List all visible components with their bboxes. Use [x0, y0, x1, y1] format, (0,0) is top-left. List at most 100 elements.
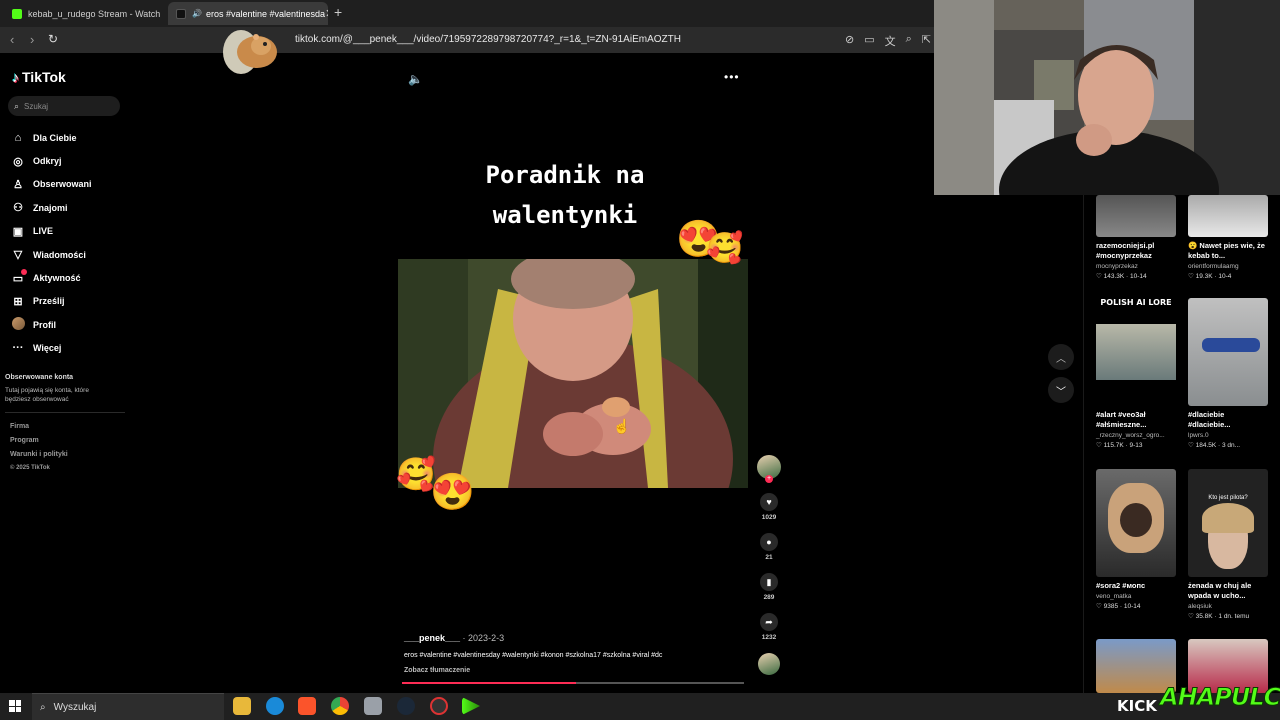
video-frame[interactable]	[398, 259, 748, 488]
sidebar-item-activity[interactable]: ▭ Aktywność	[12, 266, 92, 289]
more-options-icon[interactable]: •••	[724, 70, 740, 84]
webcam-image	[934, 0, 1280, 195]
search-icon: ⌕	[40, 701, 46, 713]
more-icon: ···	[12, 342, 24, 355]
url-field[interactable]: tiktok.com/@___penek___/video/7195972289…	[295, 34, 681, 45]
streamer-webcam	[934, 0, 1280, 195]
sidebar-footer: Firma Program Warunki i polityki © 2025 …	[10, 420, 68, 474]
sidebar-item-friends[interactable]: ⚇ Znajomi	[12, 196, 92, 219]
compass-icon: ◎	[13, 155, 23, 168]
video-progress-bar[interactable]	[402, 682, 744, 684]
footer-link-terms[interactable]: Warunki i polityki	[10, 448, 68, 462]
friends-icon: ⚇	[13, 202, 23, 215]
see-translation-link[interactable]: Zobacz tłumaczenie	[404, 667, 470, 674]
heart-eyes-emoji-icon: 😍	[430, 471, 475, 512]
recommendation-card[interactable]: #dlaciebie #dlaciebie... lpwrs.0 ♡ 184.5…	[1188, 298, 1268, 449]
windows-taskbar: ⌕ Wyszukaj	[0, 693, 1280, 720]
search-input[interactable]: ⌕ Szukaj	[8, 96, 120, 116]
brave-icon[interactable]	[298, 697, 316, 715]
kick-app-icon[interactable]	[462, 697, 480, 715]
mouse-cursor-icon: ☝	[613, 418, 631, 434]
sidebar-item-for-you[interactable]: ⌂ Dla Ciebie	[12, 126, 92, 149]
forward-icon[interactable]: ›	[30, 32, 34, 47]
tracking-icon[interactable]: ⊘	[845, 33, 854, 49]
new-tab-button[interactable]: +	[334, 4, 342, 20]
like-button[interactable]: ♥	[760, 493, 778, 511]
cast-icon[interactable]: ▭	[864, 33, 874, 49]
volume-icon[interactable]: 🔈	[408, 72, 423, 86]
upload-icon: ⊞	[13, 295, 23, 308]
bookmark-icon: ▮	[766, 576, 772, 587]
recommendation-card[interactable]: #sora2 #мопс veno_matka ♡ 9385 · 10-14	[1096, 469, 1176, 610]
app-icon[interactable]	[364, 697, 382, 715]
followed-accounts-heading: Obserwowane konta	[5, 374, 74, 381]
sidebar-item-profile[interactable]: Profil	[12, 313, 92, 336]
footer-link-program[interactable]: Program	[10, 434, 68, 448]
edge-icon[interactable]	[266, 697, 284, 715]
browser-tab-kick[interactable]: kebab_u_rudego Stream - Watch	[4, 2, 162, 25]
reload-icon[interactable]: ↻	[48, 32, 58, 46]
recommendation-thumbnail	[1188, 298, 1268, 406]
sidebar-item-messages[interactable]: ▽ Wiadomości	[12, 243, 92, 266]
close-tab-icon[interactable]: ✕	[325, 7, 328, 20]
hamster-sticker	[223, 30, 277, 74]
tiktok-favicon	[176, 8, 186, 19]
previous-video-button[interactable]: ︿	[1048, 344, 1074, 370]
sidebar-item-upload[interactable]: ⊞ Prześlij	[12, 290, 92, 313]
sidebar-item-following[interactable]: ♙ Obserwowani	[12, 173, 91, 196]
tiktok-logo[interactable]: ♪ TikTok	[12, 69, 66, 85]
kick-label: KICK	[1117, 697, 1157, 715]
share-count: 1232	[761, 634, 777, 641]
heart-icon: ♥	[766, 497, 772, 507]
streamer-brand-logo: AHAPULCO	[1160, 683, 1280, 712]
following-icon: ♙	[13, 178, 23, 191]
windows-start-icon[interactable]	[9, 700, 21, 712]
taskbar-search[interactable]: ⌕ Wyszukaj	[32, 693, 224, 720]
footer-link-company[interactable]: Firma	[10, 420, 68, 434]
messages-icon: ▽	[13, 249, 23, 262]
browser-tab-bar: kebab_u_rudego Stream - Watch 🔊 eros #va…	[0, 0, 935, 27]
zoom-icon[interactable]: ⌕	[906, 33, 912, 49]
next-video-button[interactable]: ﹀	[1048, 377, 1074, 403]
recommendation-card[interactable]: POLISH AI LORE #alart #veo3ał #ałśmieszn…	[1096, 298, 1176, 449]
sidebar-item-more[interactable]: ··· Więcej	[12, 337, 92, 360]
search-icon: ⌕	[14, 100, 20, 111]
recommendation-thumbnail: Kto jest pilota?	[1188, 469, 1268, 577]
comment-icon: ●	[766, 537, 772, 547]
save-button[interactable]: ▮	[760, 573, 778, 591]
obs-icon[interactable]	[430, 697, 448, 715]
activity-icon: ▭	[12, 268, 27, 285]
back-icon[interactable]: ‹	[10, 32, 14, 47]
chevron-up-icon: ︿	[1056, 353, 1066, 365]
translate-icon[interactable]: 文	[885, 33, 896, 49]
sidebar-divider	[5, 412, 125, 413]
home-icon: ⌂	[14, 131, 22, 144]
followed-accounts-hint: Tutaj pojawią się konta, które będziesz …	[5, 387, 89, 403]
comment-button[interactable]: ●	[760, 533, 778, 551]
share-button[interactable]: ➦	[760, 613, 778, 631]
steam-icon[interactable]	[397, 697, 415, 715]
file-explorer-icon[interactable]	[233, 697, 251, 715]
recommendation-thumbnail	[1096, 195, 1176, 237]
tab-title: eros #valentine #valentinesda	[205, 8, 326, 19]
sidebar-nav: ⌂ Dla Ciebie ◎ Odkryj ♙ Obserwowani ⚇ Znajom…	[12, 126, 92, 360]
share-icon[interactable]: ⇱	[922, 33, 931, 49]
video-author[interactable]: ___penek___ · 2023-2-3	[404, 633, 504, 643]
live-icon: ▣	[12, 225, 24, 238]
recommendation-card[interactable]: Kto jest pilota? żenada w chuj ale wpada…	[1188, 469, 1268, 620]
sound-disc-avatar[interactable]	[758, 653, 780, 675]
tiktok-sidebar: ♪ TikTok ⌕ Szukaj ⌂ Dla Ciebie ◎ Odkryj ♙ O…	[0, 53, 130, 693]
recommendation-card[interactable]: 😮 Nawet pies wie, że kebab to... orientf…	[1188, 195, 1268, 280]
recommendation-thumbnail	[1188, 195, 1268, 237]
profile-avatar	[12, 316, 25, 333]
share-arrow-icon: ➦	[765, 616, 773, 627]
video-description: eros #valentine #valentinesday #walentyn…	[404, 652, 663, 659]
chrome-icon[interactable]	[331, 697, 349, 715]
sidebar-item-live[interactable]: ▣ LIVE	[12, 220, 92, 243]
author-avatar[interactable]: +	[757, 455, 781, 483]
recommendation-thumbnail	[1096, 469, 1176, 577]
recommendation-card[interactable]: razemocniejsi.pl #mocnyprzekaz mocnyprze…	[1096, 195, 1176, 280]
tab-title: kebab_u_rudego Stream - Watch	[28, 8, 161, 19]
sidebar-item-explore[interactable]: ◎ Odkryj	[12, 149, 92, 172]
follow-plus-icon[interactable]: +	[765, 475, 773, 483]
